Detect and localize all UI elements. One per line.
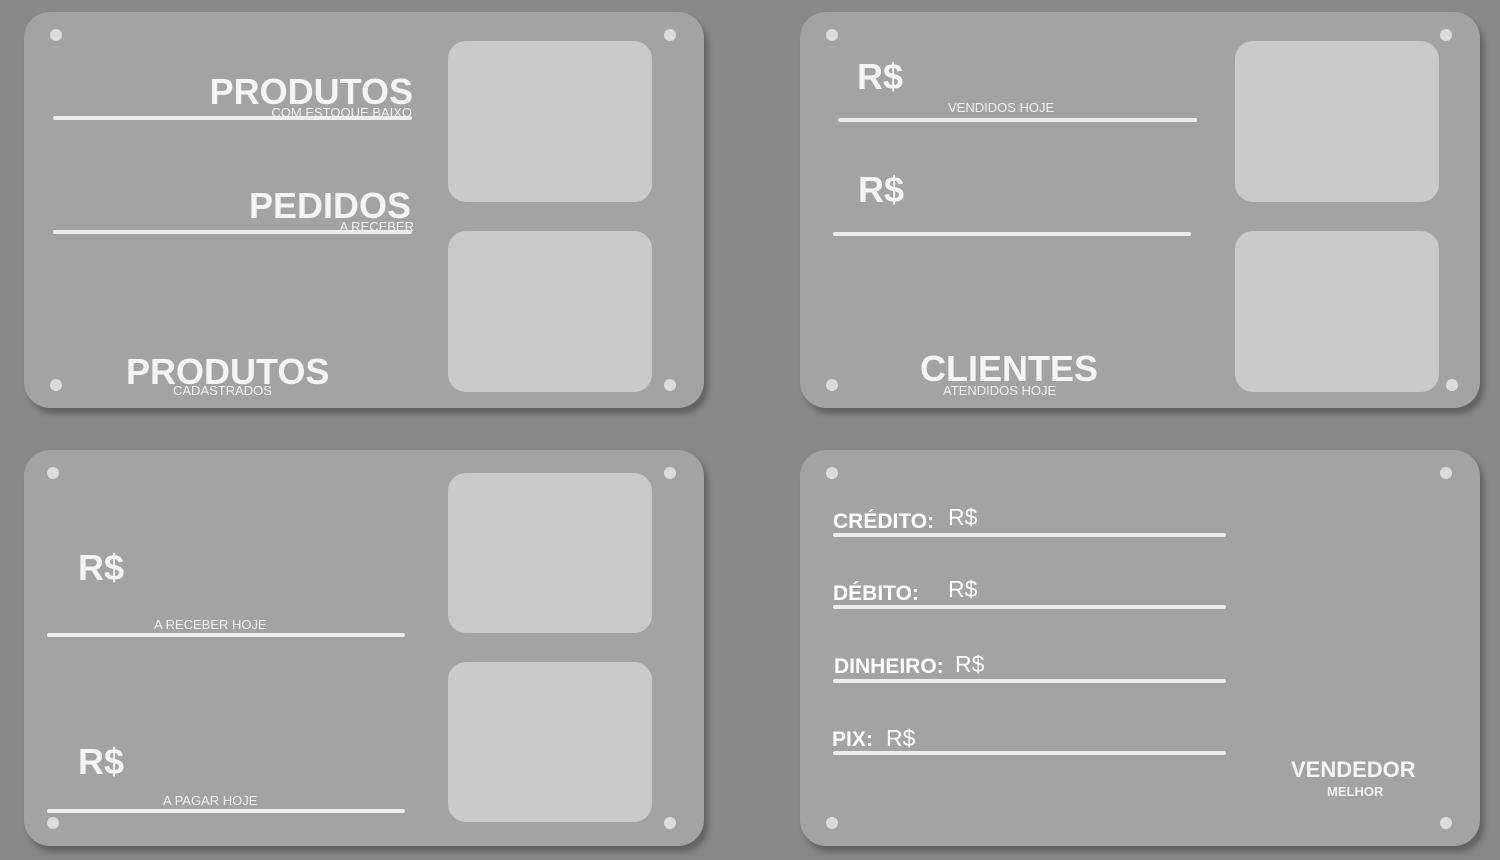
clients-title: CLIENTES xyxy=(920,348,1099,389)
receive-today-card[interactable] xyxy=(448,473,652,633)
panel-sales: R$ VENDIDOS HOJE R$ CLIENTES ATENDIDOS H… xyxy=(800,12,1480,408)
sold-today-subtitle: VENDIDOS HOJE xyxy=(948,100,1055,115)
clients-card[interactable] xyxy=(1235,231,1439,392)
orders-card[interactable] xyxy=(448,231,652,392)
screw-icon xyxy=(47,817,59,829)
screw-icon xyxy=(826,29,838,41)
screw-icon xyxy=(664,817,676,829)
pix-label: PIX: xyxy=(832,728,873,751)
low-stock-card[interactable] xyxy=(448,41,652,202)
screw-icon xyxy=(664,29,676,41)
panel-payments: CRÉDITO: R$ DÉBITO: R$ DINHEIRO: R$ PIX:… xyxy=(800,450,1480,846)
credit-currency: R$ xyxy=(948,504,978,530)
screw-icon xyxy=(826,379,838,391)
pay-today-currency: R$ xyxy=(78,741,125,782)
low-stock-products-subtitle: COM ESTOQUE BAIXO xyxy=(271,105,412,120)
registered-products-subtitle: CADASTRADOS xyxy=(173,383,272,398)
debit-divider xyxy=(833,605,1226,609)
panel-products: PRODUTOS COM ESTOQUE BAIXO PEDIDOS A REC… xyxy=(24,12,704,408)
sold-today-currency: R$ xyxy=(857,56,904,97)
screw-icon xyxy=(50,29,62,41)
cash-label: DINHEIRO: xyxy=(834,655,944,678)
receive-today-subtitle: A RECEBER HOJE xyxy=(154,617,267,632)
debit-label: DÉBITO: xyxy=(833,582,919,605)
screw-icon xyxy=(1446,379,1458,391)
debit-currency: R$ xyxy=(948,576,978,602)
screw-icon xyxy=(1440,467,1452,479)
receive-today-currency: R$ xyxy=(78,547,125,588)
pix-currency: R$ xyxy=(886,725,916,751)
cash-divider xyxy=(833,679,1226,683)
pay-today-divider xyxy=(47,809,405,813)
panel-finance: R$ A RECEBER HOJE R$ A PAGAR HOJE xyxy=(24,450,704,846)
screw-icon xyxy=(1440,817,1452,829)
screw-icon xyxy=(826,817,838,829)
receive-today-divider xyxy=(47,633,405,637)
best-seller-subtitle: MELHOR xyxy=(1327,784,1384,799)
credit-divider xyxy=(833,533,1226,537)
pay-today-card[interactable] xyxy=(448,662,652,822)
screw-icon xyxy=(664,467,676,479)
screw-icon xyxy=(1440,29,1452,41)
orders-subtitle: A RECEBER xyxy=(339,219,414,234)
screw-icon xyxy=(826,467,838,479)
screw-icon xyxy=(47,467,59,479)
screw-icon xyxy=(50,379,62,391)
best-seller-title: VENDEDOR xyxy=(1291,757,1416,782)
sold-today-card[interactable] xyxy=(1235,41,1439,202)
clients-subtitle: ATENDIDOS HOJE xyxy=(943,383,1057,398)
pix-divider xyxy=(833,751,1226,755)
credit-label: CRÉDITO: xyxy=(833,510,935,533)
second-metric-currency: R$ xyxy=(858,169,905,210)
sold-today-divider xyxy=(838,118,1197,122)
pay-today-subtitle: A PAGAR HOJE xyxy=(163,793,258,808)
cash-currency: R$ xyxy=(955,651,985,677)
screw-icon xyxy=(664,379,676,391)
second-metric-divider xyxy=(833,232,1191,236)
